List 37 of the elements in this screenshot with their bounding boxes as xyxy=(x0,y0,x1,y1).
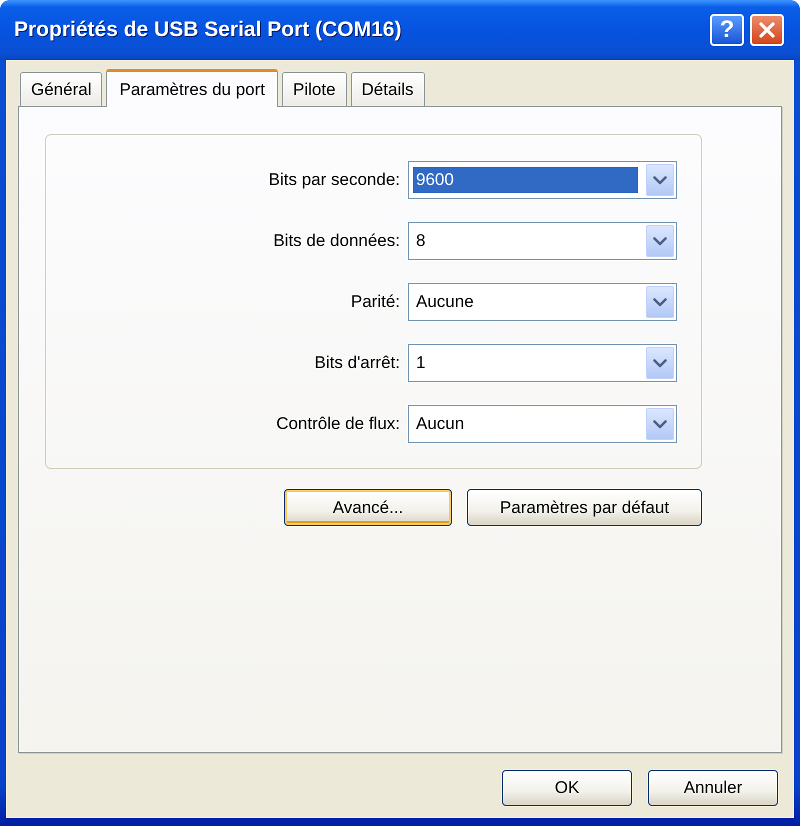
dropdown-field[interactable]: Aucun xyxy=(408,405,677,443)
caret-icon xyxy=(653,358,667,368)
dropdown-button[interactable] xyxy=(646,347,674,379)
dropdown-field[interactable]: 8 xyxy=(408,222,677,260)
caret-icon xyxy=(653,420,667,428)
dropdown-field[interactable]: 1 xyxy=(408,344,677,382)
help-button[interactable]: ? xyxy=(710,14,744,46)
field-value: 1 xyxy=(415,352,426,374)
field-label: Bits d'arrêt: xyxy=(314,353,400,373)
caret-icon xyxy=(653,236,667,246)
field-label: Bits de données: xyxy=(273,231,400,251)
field-value: 9600 xyxy=(413,167,638,193)
ok-button[interactable]: OK xyxy=(502,770,632,806)
field-value: Aucun xyxy=(415,413,466,435)
advanced-button[interactable]: Avancé... xyxy=(284,489,452,526)
field-label: Contrôle de flux: xyxy=(276,414,400,434)
tab[interactable]: Paramètres du port xyxy=(106,69,278,107)
field-label: Bits par seconde: xyxy=(268,170,400,190)
field-label: Parité: xyxy=(350,292,400,312)
tab[interactable]: Pilote xyxy=(282,72,347,106)
caret-icon xyxy=(653,176,667,184)
cancel-button[interactable]: Annuler xyxy=(648,770,778,806)
dropdown-field[interactable]: 9600 xyxy=(408,161,677,199)
dropdown-button[interactable] xyxy=(646,408,674,440)
window-title: Propriétés de USB Serial Port (COM16) xyxy=(14,18,402,42)
dropdown-button[interactable] xyxy=(646,286,674,318)
close-icon xyxy=(759,22,775,38)
caret-icon xyxy=(653,298,667,306)
close-button[interactable] xyxy=(750,14,784,46)
field-value: Aucune xyxy=(415,291,475,313)
field-value: 8 xyxy=(415,230,426,252)
dropdown-button[interactable] xyxy=(646,225,674,257)
tab[interactable]: Détails xyxy=(350,72,424,106)
defaults-button[interactable]: Paramètres par défaut xyxy=(467,489,702,526)
dropdown-field[interactable]: Aucune xyxy=(408,283,677,321)
dropdown-button[interactable] xyxy=(646,164,674,196)
tab[interactable]: Général xyxy=(20,72,102,106)
